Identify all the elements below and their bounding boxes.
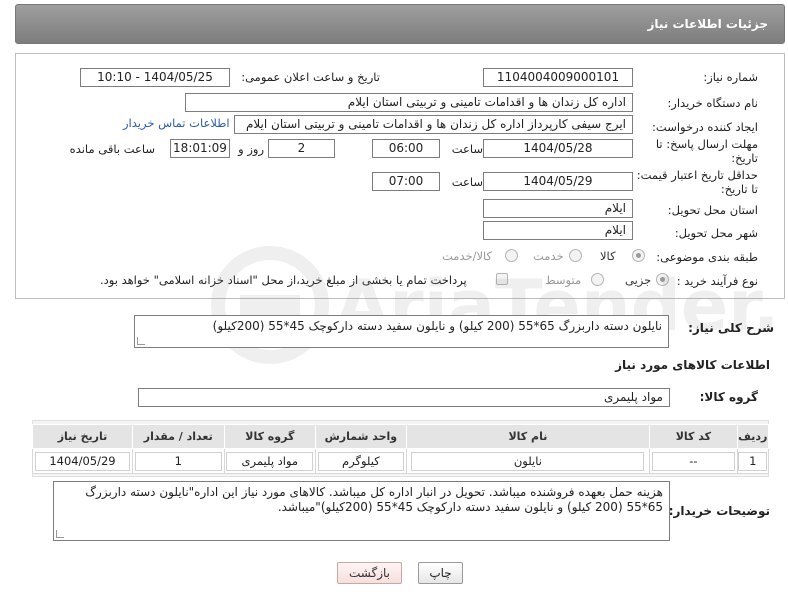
process-medium-radio[interactable]: [591, 273, 604, 286]
row-number-cell: 1: [738, 451, 768, 471]
resize-handle-icon[interactable]: [137, 337, 145, 345]
col-group: گروه کالا: [223, 424, 317, 449]
price-time-field: 07:00: [372, 172, 440, 191]
city-field: ایلام: [483, 221, 633, 240]
reply-time-field: 06:00: [372, 139, 440, 158]
category-service-label: خدمت: [533, 249, 564, 263]
category-both-label: کالا/خدمت: [442, 249, 493, 263]
col-code: کد کالا: [649, 424, 738, 449]
page-header: جزئیات اطلاعات نیاز: [15, 4, 785, 44]
process-label: نوع فرآیند خرید :: [676, 274, 758, 288]
price-date-field: 1404/05/29: [483, 172, 633, 191]
col-name: نام کالا: [405, 424, 651, 449]
price-validity-label: حداقل تاریخ اعتبار قیمت: تا تاریخ:: [636, 168, 758, 196]
days-label: روز و: [238, 142, 264, 156]
category-both-radio[interactable]: [505, 249, 518, 262]
buyer-notes-text: هزینه حمل بعهده فروشنده میباشد. تحویل در…: [85, 485, 663, 514]
goods-group-label: گروه کالا:: [699, 390, 758, 404]
buyer-contact-link[interactable]: اطلاعات تماس خریدار: [123, 116, 230, 130]
creator-field: ایرج سیفی کارپرداز اداره کل زندان ها و ا…: [234, 115, 633, 134]
table-row: 1 -- نایلون کیلوگرم مواد پلیمری 1 1404/0…: [32, 448, 770, 474]
process-medium-label: متوسط: [545, 273, 582, 287]
col-date: تاریخ نیاز: [32, 424, 133, 449]
creator-label: ایجاد کننده درخواست:: [652, 120, 758, 134]
goods-section-title: اطلاعات کالاهای مورد نیاز: [615, 358, 770, 372]
back-button[interactable]: بازگشت: [337, 562, 402, 584]
page-title: جزئیات اطلاعات نیاز: [647, 17, 768, 31]
reply-date-field: 1404/05/28: [483, 139, 633, 158]
unit-cell: کیلوگرم: [317, 451, 404, 471]
goods-group-field: مواد پلیمری: [138, 388, 670, 407]
days-count-field: 2: [268, 139, 335, 158]
reply-time-label: ساعت: [451, 142, 483, 156]
need-date-cell: 1404/05/29: [34, 451, 130, 471]
resize-handle-icon[interactable]: [56, 530, 64, 538]
remaining-time-field: 18:01:09: [170, 139, 230, 158]
announce-label: تاریخ و ساعت اعلان عمومی:: [241, 70, 380, 84]
col-row: ردیف: [736, 424, 770, 449]
col-qty: تعداد / مقدار: [131, 424, 225, 449]
reply-deadline-label: مهلت ارسال پاسخ: تا تاریخ:: [655, 137, 758, 165]
buyer-org-label: نام دستگاه خریدار:: [667, 96, 758, 110]
print-button[interactable]: چاپ: [418, 562, 463, 584]
category-label: طبقه بندی موضوعی:: [656, 250, 758, 264]
process-minor-label: جزیی: [625, 273, 652, 287]
category-service-radio[interactable]: [569, 249, 582, 262]
buyer-org-field: اداره کل زندان ها و اقدامات تامینی و ترب…: [185, 93, 633, 112]
description-textarea[interactable]: نایلون دسته داربزرگ 65*55 (200 کیلو) و ن…: [134, 315, 669, 348]
description-text: نایلون دسته داربزرگ 65*55 (200 کیلو) و ن…: [212, 319, 662, 333]
need-number-field: 1104004009000101: [483, 68, 633, 87]
group-cell: مواد پلیمری: [226, 451, 314, 471]
remaining-time-label: ساعت باقی مانده: [69, 142, 155, 156]
province-label: استان محل تحویل:: [667, 203, 758, 217]
buyer-notes-label: توضیحات خریدار:: [668, 504, 770, 518]
category-goods-label: کالا: [600, 249, 616, 263]
category-goods-radio[interactable]: [632, 249, 645, 262]
process-minor-radio[interactable]: [656, 273, 669, 286]
city-label: شهر محل تحویل:: [674, 226, 758, 240]
treasury-payment-checkbox[interactable]: [496, 273, 508, 285]
goods-code-cell: --: [651, 451, 735, 471]
goods-table-header-row: ردیف کد کالا نام کالا واحد شمارش گروه کا…: [32, 424, 770, 449]
goods-name-cell: نایلون: [411, 451, 645, 471]
need-number-label: شماره نیاز:: [703, 70, 758, 84]
treasury-payment-note: پرداخت تمام یا بخشی از مبلغ خرید،از محل …: [100, 273, 467, 287]
price-time-label: ساعت: [451, 175, 483, 189]
buyer-notes-textarea[interactable]: هزینه حمل بعهده فروشنده میباشد. تحویل در…: [53, 481, 670, 541]
description-label: شرح کلی نیاز:: [688, 321, 774, 335]
quantity-cell: 1: [134, 451, 222, 471]
announce-field: 1404/05/25 - 10:10: [80, 68, 230, 87]
province-field: ایلام: [483, 199, 633, 218]
col-unit: واحد شمارش: [315, 424, 407, 449]
goods-table: ردیف کد کالا نام کالا واحد شمارش گروه کا…: [32, 424, 770, 474]
